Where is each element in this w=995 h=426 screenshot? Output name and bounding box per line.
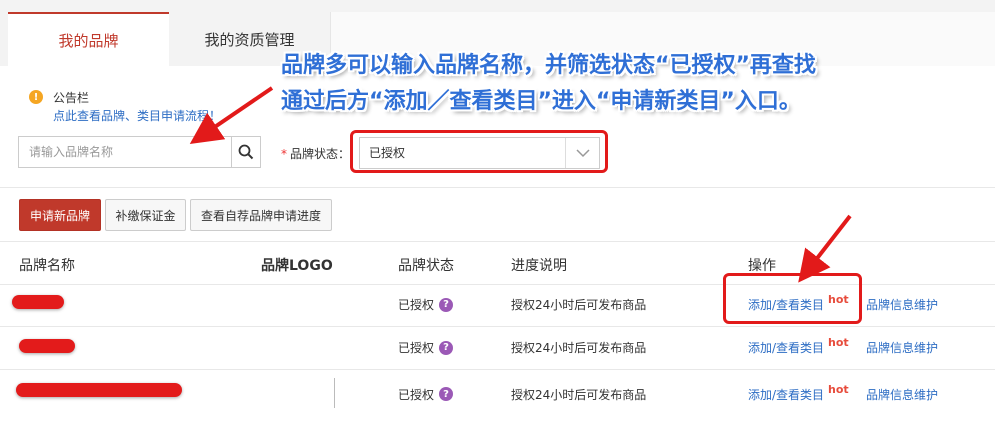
arrow-to-action bbox=[798, 214, 852, 283]
annotation-line-2: 通过后方“添加／查看类目”进入“申请新类目”入口。 bbox=[281, 89, 801, 114]
arrow-to-search bbox=[189, 86, 274, 145]
annotation-line-1: 品牌多可以输入品牌名称，并筛选状态“已授权”再查找 bbox=[281, 53, 816, 78]
